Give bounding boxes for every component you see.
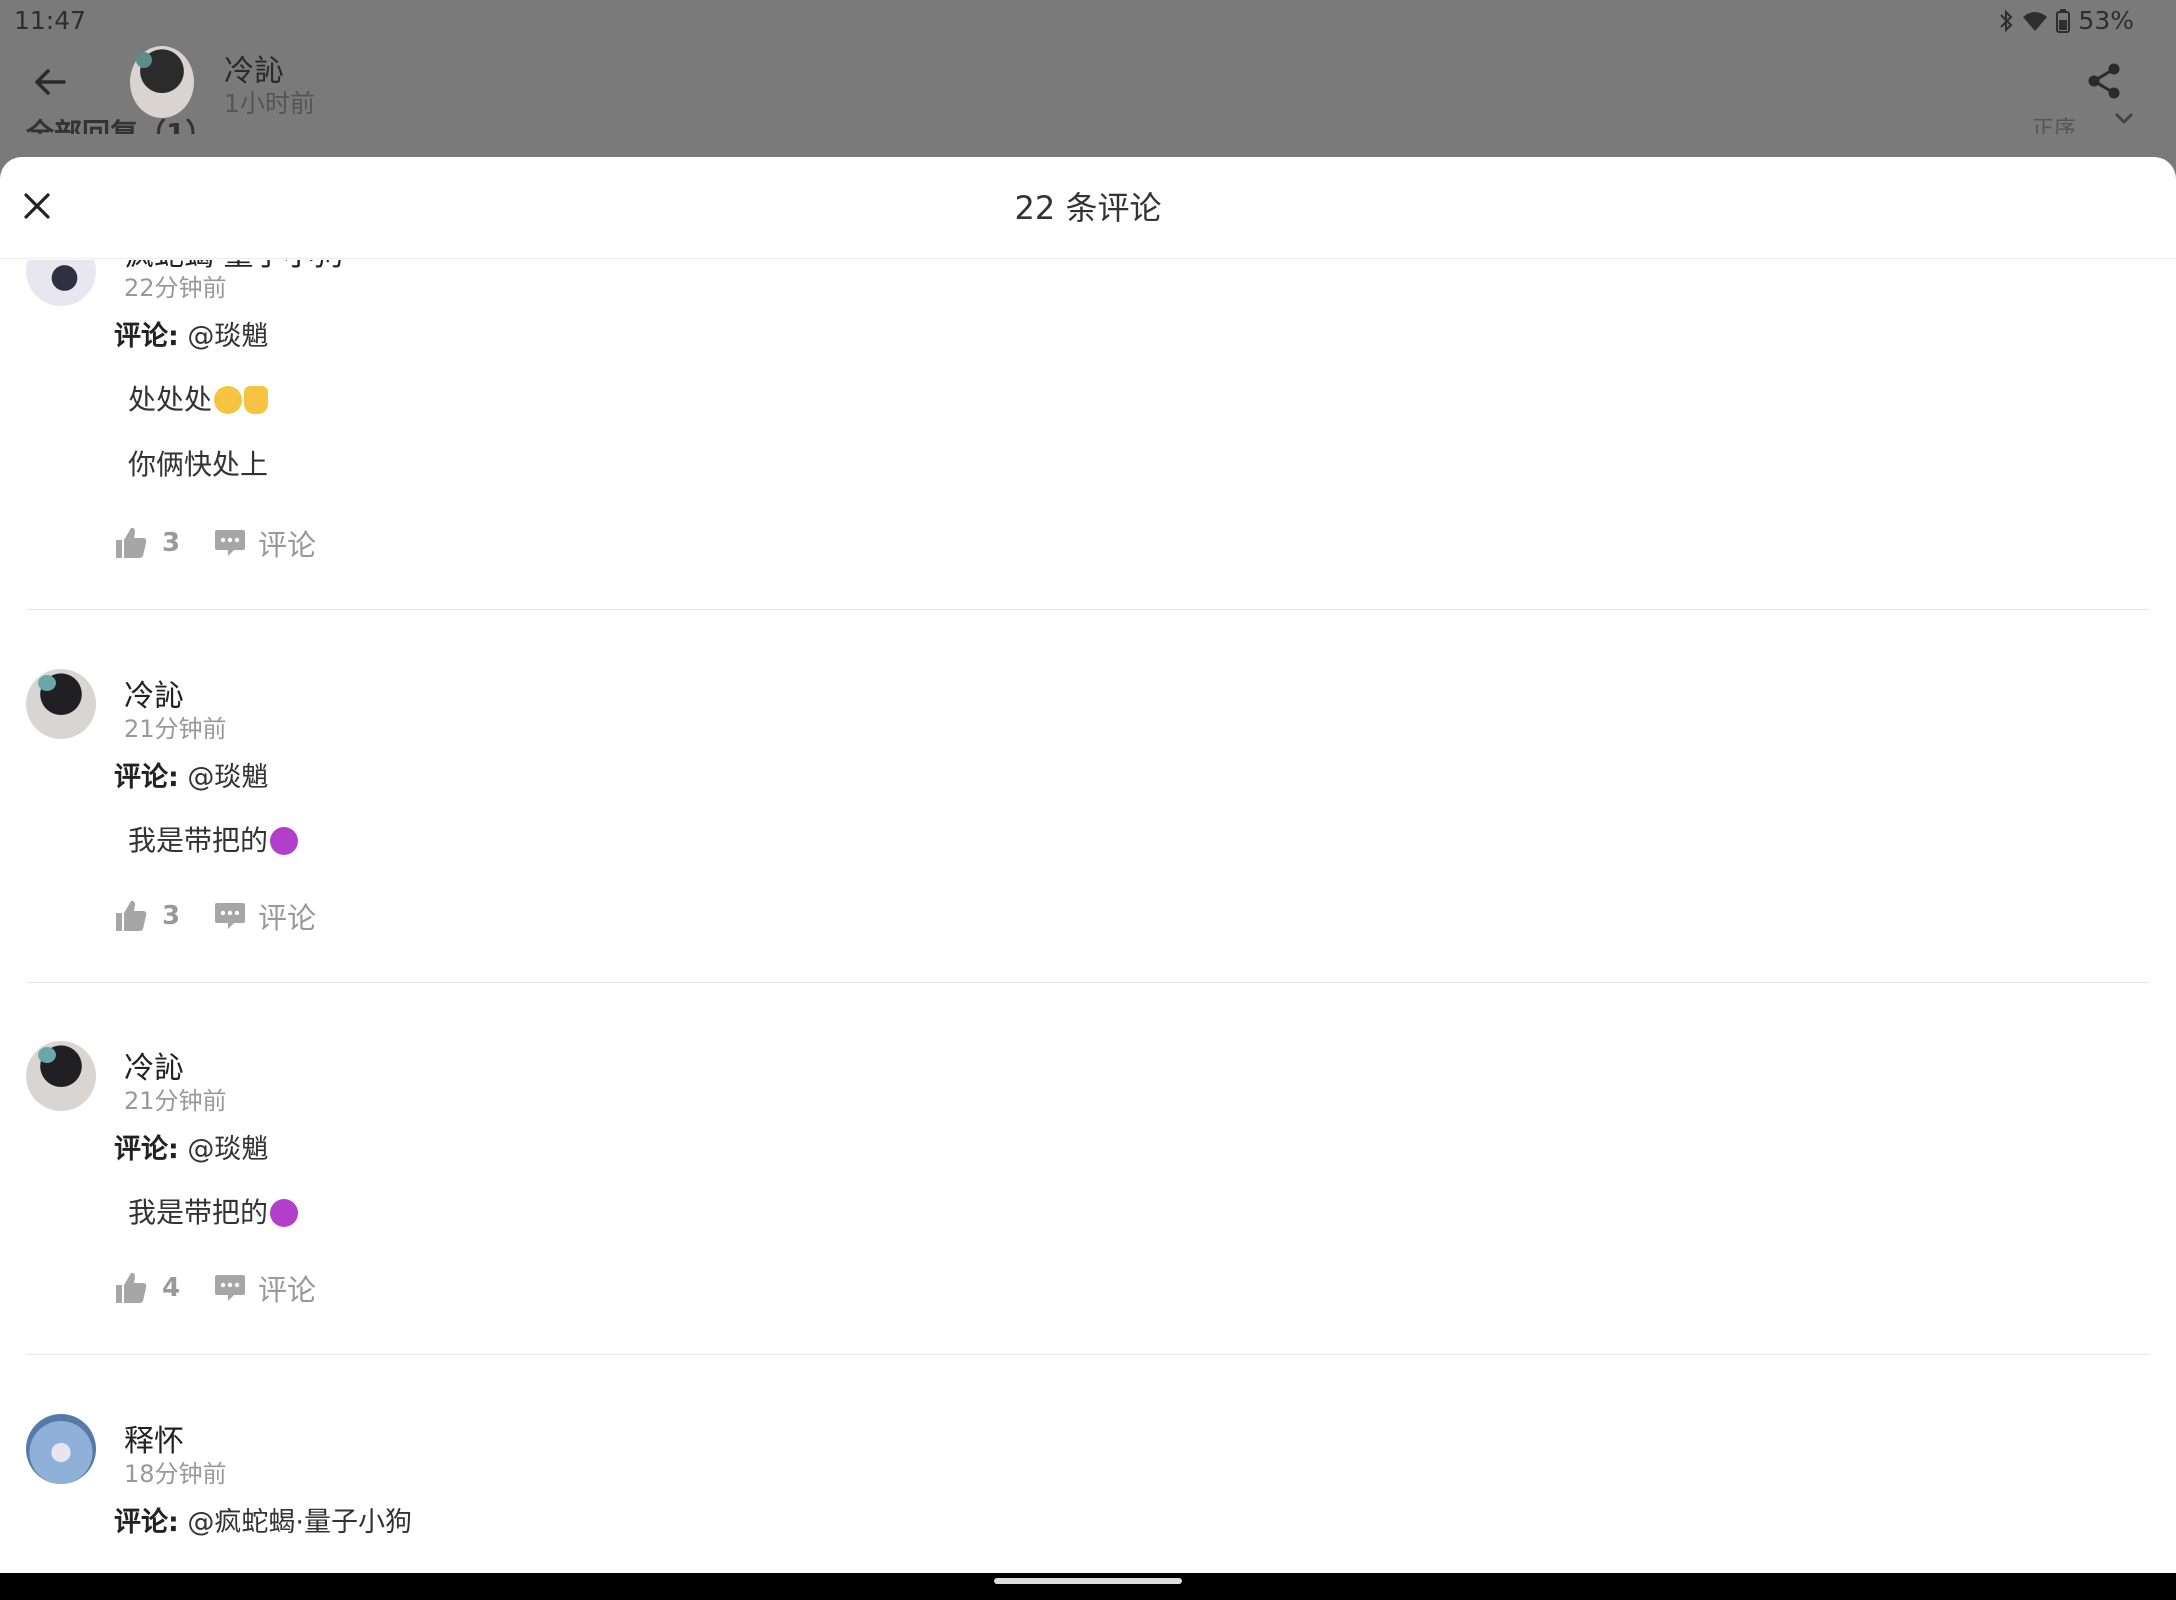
comment-actions: 3 评论: [114, 522, 316, 564]
comment-actions: 3 评论: [114, 895, 316, 937]
thumbs-up-icon[interactable]: [114, 1271, 148, 1305]
comment-text: 我是带把的: [128, 819, 299, 859]
status-time: 11:47: [14, 6, 87, 35]
comment-time: 22分钟前: [124, 274, 227, 302]
navigation-bar: [0, 1573, 2176, 1600]
comment-text: 处处处: [128, 378, 269, 418]
post-time: 1小时前: [224, 89, 315, 118]
comment-button-label[interactable]: 评论: [258, 895, 316, 937]
devil-emoji-icon: [270, 1199, 299, 1227]
arrow-left-icon[interactable]: [30, 62, 70, 102]
reply-target: 评论: @琰魈: [114, 755, 268, 794]
reply-mention[interactable]: @疯蛇蝎·量子小狗: [187, 1507, 412, 1538]
comment-time: 21分钟前: [124, 1087, 227, 1115]
thumbs-up-icon[interactable]: [114, 526, 148, 560]
devil-emoji-icon: [270, 827, 299, 855]
reply-target: 评论: @疯蛇蝎·量子小狗: [114, 1500, 412, 1539]
reply-label: 评论:: [114, 1134, 179, 1165]
comment-divider: [26, 982, 2150, 983]
comment-list[interactable]: 疯蛇蝎·量子小狗 22分钟前 评论: @琰魈 处处处 你俩快处上 3 评论 冷訫…: [0, 260, 2176, 1573]
like-count: 3: [162, 528, 181, 558]
commenter-avatar[interactable]: [26, 1041, 96, 1111]
comment-time: 21分钟前: [124, 715, 227, 743]
thumbs-up-emoji-icon: [244, 386, 269, 414]
comment-button-label[interactable]: 评论: [258, 1267, 316, 1309]
comment-actions: 4 评论: [114, 1267, 316, 1309]
comments-sheet: 22 条评论 疯蛇蝎·量子小狗 22分钟前 评论: @琰魈 处处处 你俩快处上 …: [0, 157, 2176, 1573]
home-gesture-handle[interactable]: [994, 1578, 1182, 1584]
comment-divider: [26, 609, 2150, 610]
reply-mention[interactable]: @琰魈: [187, 1134, 268, 1165]
sheet-title: 22 条评论: [1014, 189, 1162, 227]
reply-target: 评论: @琰魈: [114, 314, 268, 353]
comment-text: 我是带把的: [128, 1191, 299, 1231]
like-count: 3: [162, 901, 181, 931]
all-replies-label: 全部回复（1）: [26, 117, 214, 134]
share-icon[interactable]: [2086, 62, 2122, 100]
sort-order-label[interactable]: 正序: [2032, 108, 2076, 134]
reply-mention[interactable]: @琰魈: [187, 762, 268, 793]
chevron-down-icon[interactable]: [2114, 112, 2134, 126]
thumbs-up-icon[interactable]: [114, 899, 148, 933]
commenter-avatar[interactable]: [26, 260, 96, 306]
battery-percent: 53%: [2078, 6, 2134, 35]
background-post-header: 11:47 53% 冷訫 1小时前 全部回复（1） 正序: [0, 0, 2176, 170]
comment-text: 你俩快处上: [128, 448, 269, 481]
reply-mention[interactable]: @琰魈: [187, 321, 268, 352]
reply-label: 评论:: [114, 321, 179, 352]
commenter-avatar[interactable]: [26, 669, 96, 739]
comment-divider: [26, 1354, 2150, 1355]
comment-button-label[interactable]: 评论: [258, 522, 316, 564]
comment-time: 18分钟前: [124, 1460, 227, 1488]
battery-icon: [2056, 8, 2071, 33]
reply-label: 评论:: [114, 1507, 179, 1538]
chat-bubble-icon[interactable]: [214, 528, 246, 558]
status-icons: 53%: [1998, 6, 2134, 35]
like-count: 4: [162, 1273, 181, 1303]
sheet-header: 22 条评论: [0, 157, 2176, 259]
wifi-icon: [2023, 11, 2048, 31]
bluetooth-icon: [2000, 9, 2013, 32]
chat-bubble-icon[interactable]: [214, 1273, 246, 1303]
commenter-avatar[interactable]: [26, 1414, 96, 1484]
yum-emoji-icon: [214, 386, 243, 414]
chat-bubble-icon[interactable]: [214, 901, 246, 931]
reply-target: 评论: @琰魈: [114, 1127, 268, 1166]
reply-label: 评论:: [114, 762, 179, 793]
